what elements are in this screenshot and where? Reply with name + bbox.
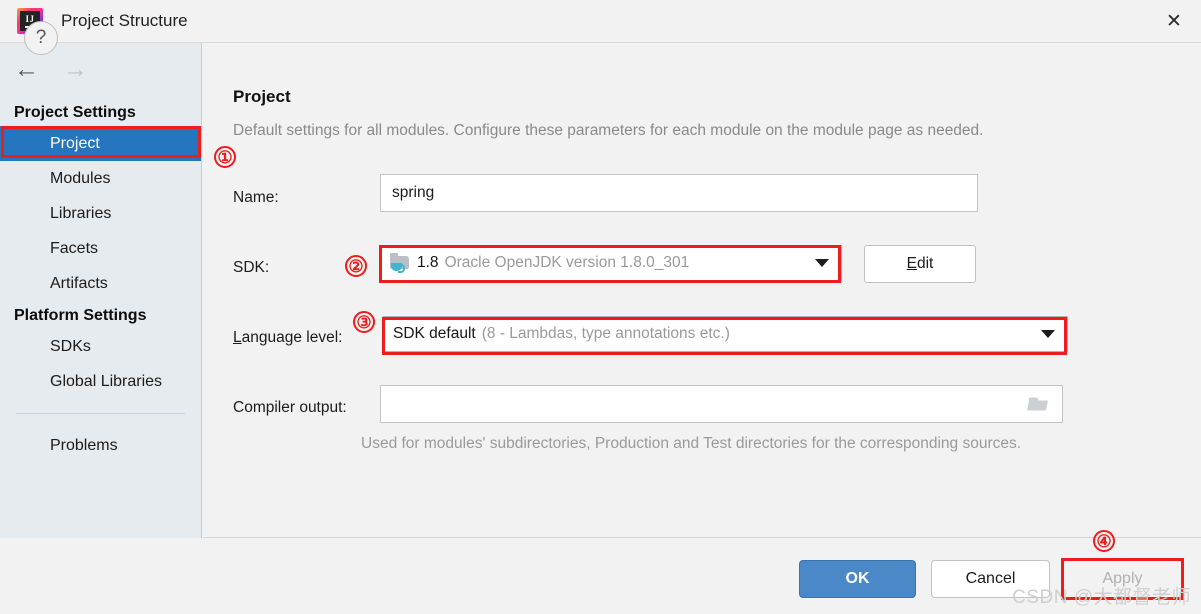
ok-button[interactable]: OK xyxy=(799,560,916,598)
sdk-version-full: Oracle OpenJDK version 1.8.0_301 xyxy=(444,254,690,271)
annotation-marker-3: ③ xyxy=(353,311,375,333)
sidebar-item-label: Modules xyxy=(50,169,111,187)
sidebar-item-problems[interactable]: Problems xyxy=(0,428,201,463)
sidebar-item-label: Problems xyxy=(50,436,118,454)
forward-arrow-icon[interactable]: → xyxy=(63,57,88,82)
compiler-output-hint: Used for modules' subdirectories, Produc… xyxy=(361,435,1022,452)
annotation-marker-4: ④ xyxy=(1093,530,1115,552)
edit-button-rest: dit xyxy=(916,255,934,272)
compiler-output-label: Compiler output: xyxy=(233,399,347,416)
close-icon[interactable]: ✕ xyxy=(1147,0,1201,42)
sidebar-group-project-settings: Project Settings xyxy=(14,104,136,121)
language-level-label-mnemonic: L xyxy=(233,329,242,346)
sidebar-item-label: Libraries xyxy=(50,204,112,222)
sdk-combobox[interactable]: 1.8 Oracle OpenJDK version 1.8.0_301 xyxy=(380,245,842,281)
sidebar-item-label: Artifacts xyxy=(50,274,108,292)
sidebar-group-platform-settings: Platform Settings xyxy=(14,307,147,324)
sidebar-item-modules[interactable]: Modules xyxy=(0,161,201,196)
window-titlebar: IJ Project Structure ✕ xyxy=(0,0,1201,43)
sidebar-item-facets[interactable]: Facets xyxy=(0,231,201,266)
sidebar-item-global-libraries[interactable]: Global Libraries xyxy=(0,364,201,399)
watermark: CSDN @大都督老师 xyxy=(1012,587,1191,608)
jdk-folder-cup-icon xyxy=(390,252,410,273)
language-level-combobox[interactable]: SDK default (8 - Lambdas, type annotatio… xyxy=(383,316,1068,352)
page-description: Default settings for all modules. Config… xyxy=(233,122,984,139)
language-level-label: Language level: xyxy=(233,329,342,347)
language-level-detail: (8 - Lambdas, type annotations etc.) xyxy=(481,325,730,342)
edit-button-mnemonic: E xyxy=(906,255,917,272)
sidebar-item-artifacts[interactable]: Artifacts xyxy=(0,266,201,301)
compiler-output-input[interactable] xyxy=(380,385,1063,423)
sidebar-divider xyxy=(16,413,185,414)
sidebar-item-label: Global Libraries xyxy=(50,372,163,390)
window-title: Project Structure xyxy=(61,11,188,30)
name-input[interactable]: spring xyxy=(380,174,978,212)
chevron-down-icon xyxy=(815,259,829,267)
language-level-value: SDK default xyxy=(393,325,476,342)
folder-browse-icon[interactable] xyxy=(1026,396,1050,413)
sidebar-item-project[interactable]: Project xyxy=(0,126,201,161)
sidebar-item-libraries[interactable]: Libraries xyxy=(0,196,201,231)
sidebar-item-project-wrap: Project xyxy=(0,126,201,161)
main-content: Project Default settings for all modules… xyxy=(203,43,1201,538)
sidebar-item-sdks[interactable]: SDKs xyxy=(0,329,201,364)
sidebar: ← → Project Settings Project Modules Lib… xyxy=(0,43,202,538)
name-label: Name: xyxy=(233,189,279,206)
back-arrow-icon[interactable]: ← xyxy=(14,57,39,82)
name-input-value: spring xyxy=(392,184,435,201)
sidebar-item-label: SDKs xyxy=(50,337,91,355)
help-button[interactable]: ? xyxy=(24,21,58,55)
annotation-marker-1: ① xyxy=(214,146,236,168)
annotation-marker-2: ② xyxy=(345,255,367,277)
chevron-down-icon xyxy=(1041,330,1055,338)
sdk-edit-button[interactable]: Edit xyxy=(864,245,976,283)
sidebar-item-label: Facets xyxy=(50,239,99,257)
sdk-version-short: 1.8 xyxy=(417,254,439,271)
language-level-label-rest: anguage level: xyxy=(241,329,343,346)
page-title: Project xyxy=(233,87,291,106)
sidebar-item-label: Project xyxy=(50,134,100,152)
sdk-label: SDK: xyxy=(233,259,270,276)
